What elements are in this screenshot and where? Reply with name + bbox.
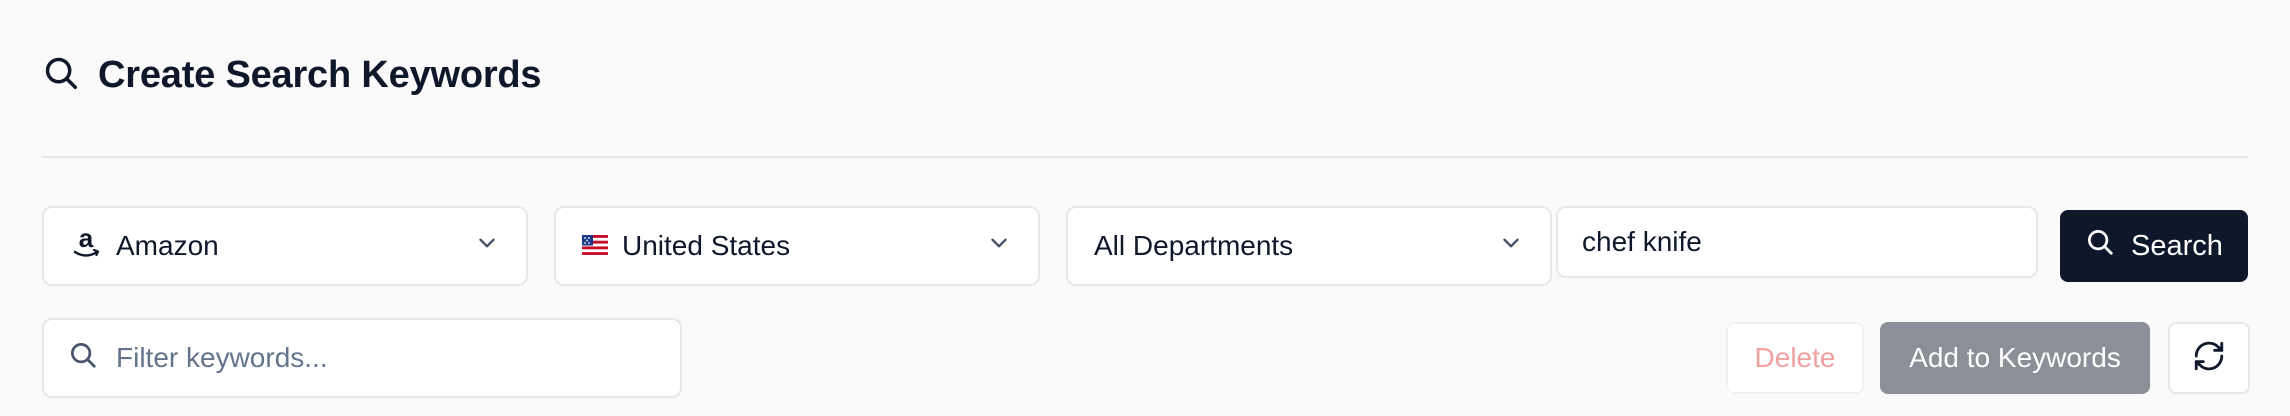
svg-text:a: a (79, 223, 94, 253)
us-flag-icon (582, 230, 608, 262)
chevron-down-icon (474, 230, 500, 263)
delete-button[interactable]: Delete (1726, 322, 1864, 394)
add-to-keywords-label: Add to Keywords (1909, 342, 2121, 373)
country-value: United States (622, 230, 791, 261)
department-select[interactable]: All Departments (1066, 206, 1552, 286)
search-button-label: Search (2131, 229, 2223, 262)
delete-button-label: Delete (1754, 342, 1836, 373)
page-title: Create Search Keywords (98, 53, 542, 96)
search-icon (42, 54, 80, 97)
country-select[interactable]: United States (554, 206, 1040, 286)
search-icon (68, 340, 98, 377)
page-header: Create Search Keywords (42, 40, 542, 110)
department-value: All Departments (1094, 230, 1294, 261)
amazon-logo-icon: a (70, 223, 102, 270)
filter-keywords-placeholder: Filter keywords... (116, 342, 328, 373)
chevron-down-icon (986, 230, 1012, 263)
add-to-keywords-button[interactable]: Add to Keywords (1880, 322, 2150, 394)
search-input-value: chef knife (1582, 226, 1702, 257)
filter-keywords-input[interactable]: Filter keywords... (42, 318, 682, 398)
chevron-down-icon (1498, 230, 1524, 263)
search-button[interactable]: Search (2060, 210, 2248, 282)
search-input[interactable]: chef knife (1556, 206, 2038, 278)
marketplace-value: Amazon (116, 230, 219, 261)
search-icon (2085, 227, 2115, 265)
refresh-button[interactable] (2168, 322, 2250, 394)
refresh-icon (2192, 339, 2226, 378)
header-divider (42, 156, 2248, 158)
marketplace-select[interactable]: a Amazon (42, 206, 528, 286)
